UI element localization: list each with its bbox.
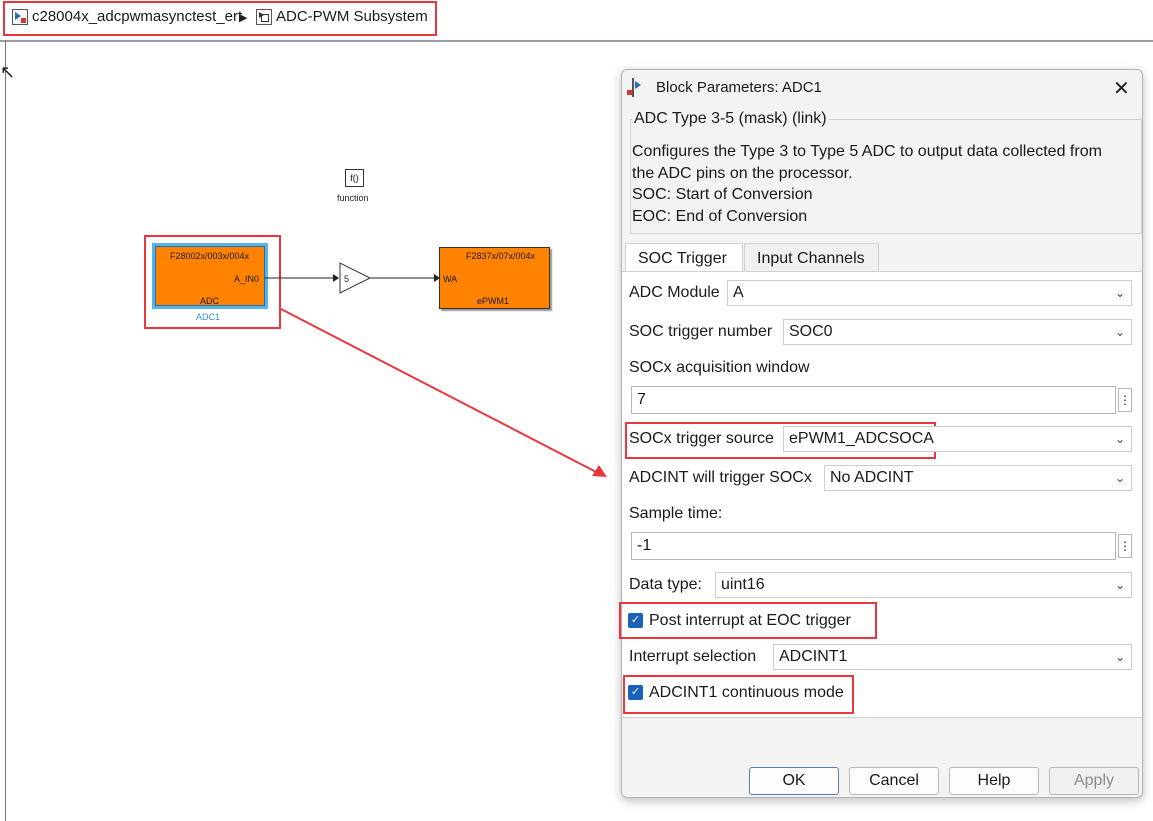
soc-trigger-number-value: SOC0 [789,323,833,340]
description-line: EOC: End of Conversion [632,207,808,225]
more-options-icon[interactable]: ⋮ [1118,534,1132,558]
more-options-icon[interactable]: ⋮ [1118,388,1132,412]
trigger-source-value: ePWM1_ADCSOCA [789,430,934,447]
dialog-model-icon [632,78,634,97]
post-interrupt-label: Post interrupt at EOC trigger [649,612,851,629]
block-parameters-dialog: Block Parameters: ADC1 ✕ ADC Type 3-5 (m… [619,69,1143,798]
data-type-value: uint16 [721,576,765,593]
acquisition-window-input[interactable]: 7 [631,386,1116,414]
signal-arrow-head [434,274,440,282]
chevron-down-icon: ⌄ [1114,286,1125,300]
soc-trigger-panel: ADC Module A ⌄ SOC trigger number SOC0 ⌄… [619,271,1142,718]
apply-button[interactable]: Apply [1049,767,1139,795]
adcint-trigger-value: No ADCINT [830,469,914,486]
adcint-trigger-label: ADCINT will trigger SOCx [629,469,812,486]
trigger-source-label: SOCx trigger source [629,430,774,447]
signal-arrow-head [333,274,339,282]
continuous-mode-checkbox[interactable]: ✓ [628,685,643,700]
description-text: Configures the Type 3 to Type 5 ADC to o… [632,141,1137,227]
interrupt-selection-label: Interrupt selection [629,648,757,665]
post-interrupt-checkbox[interactable]: ✓ [628,613,643,628]
chevron-down-icon: ⌄ [1114,325,1125,339]
close-icon[interactable]: ✕ [1113,76,1130,101]
adc-module-value: A [733,284,744,301]
chevron-down-icon: ⌄ [1114,578,1125,592]
interrupt-selection-value: ADCINT1 [779,648,848,665]
data-type-dropdown[interactable]: uint16 ⌄ [715,572,1132,598]
description-line: the ADC pins on the processor. [632,164,853,182]
trigger-source-dropdown[interactable]: ePWM1_ADCSOCA ⌄ [783,426,1132,452]
chevron-down-icon: ⌄ [1114,471,1125,485]
adc-module-label: ADC Module [629,284,720,301]
sample-time-input[interactable]: -1 [631,532,1116,560]
adcint-trigger-dropdown[interactable]: No ADCINT ⌄ [824,465,1132,491]
continuous-mode-label: ADCINT1 continuous mode [649,684,844,701]
description-line: SOC: Start of Conversion [632,186,813,203]
tab-soc-trigger[interactable]: SOC Trigger [625,243,743,273]
interrupt-selection-dropdown[interactable]: ADCINT1 ⌄ [773,644,1132,670]
adc-module-dropdown[interactable]: A ⌄ [727,280,1132,306]
data-type-label: Data type: [629,576,702,593]
chevron-down-icon: ⌄ [1114,432,1125,446]
soc-trigger-number-label: SOC trigger number [629,323,773,340]
annotation-arrow-line [280,308,601,475]
soc-trigger-number-dropdown[interactable]: SOC0 ⌄ [783,319,1132,345]
gain-value: 5 [344,274,349,284]
help-button[interactable]: Help [949,767,1039,795]
group-title: ADC Type 3-5 (mask) (link) [632,110,829,128]
cancel-button[interactable]: Cancel [849,767,939,795]
chevron-down-icon: ⌄ [1114,650,1125,664]
dialog-title: Block Parameters: ADC1 [656,79,822,96]
description-line: Configures the Type 3 to Type 5 ADC to o… [632,143,1102,160]
ok-button[interactable]: OK [749,767,839,795]
sample-time-label: Sample time: [629,505,723,522]
acquisition-window-label: SOCx acquisition window [629,359,810,376]
tab-input-channels[interactable]: Input Channels [744,243,879,273]
